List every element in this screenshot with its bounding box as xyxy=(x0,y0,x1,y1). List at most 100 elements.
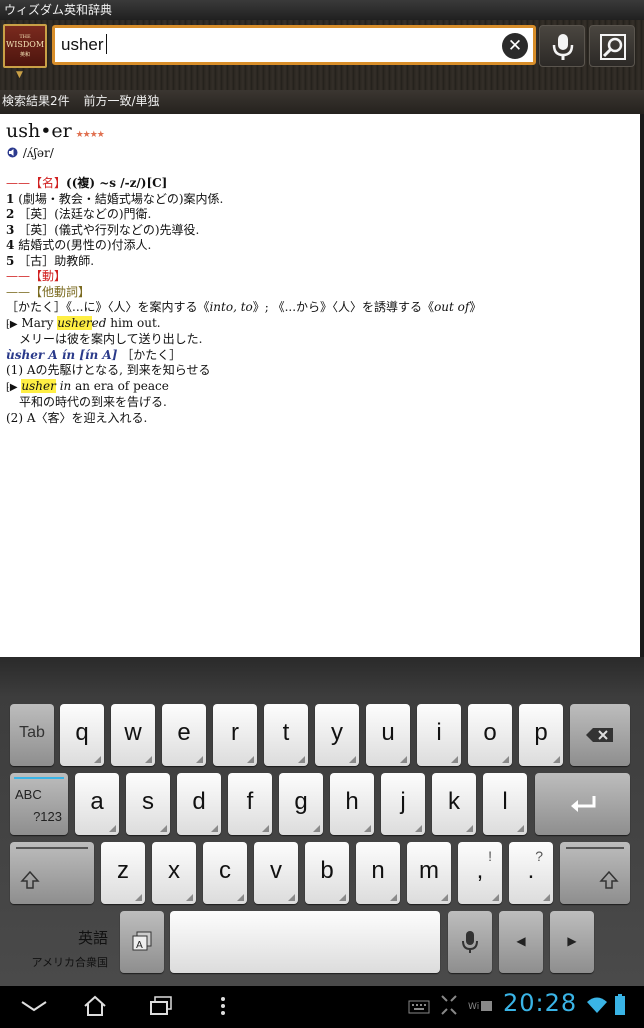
key-p[interactable]: p xyxy=(519,704,563,766)
key-k[interactable]: k xyxy=(432,773,476,835)
svg-text:A: A xyxy=(136,940,143,951)
key-shift-left[interactable] xyxy=(10,842,94,904)
key-h[interactable]: h xyxy=(330,773,374,835)
clock: 20:28 xyxy=(503,989,578,1017)
key-ime-switch[interactable]: A xyxy=(120,911,164,973)
key-g[interactable]: g xyxy=(279,773,323,835)
key-u[interactable]: u xyxy=(366,704,410,766)
result-summary: 検索結果2件 前方一致/単独 xyxy=(0,90,644,114)
key-comma[interactable]: !, xyxy=(458,842,502,904)
ime-switch-icon: A xyxy=(132,931,152,951)
arrow-left-icon: ◀ xyxy=(516,934,526,948)
app-title: ウィズダム英和辞典 xyxy=(4,3,113,17)
example-2: ⁅▶ usher in an era of peace xyxy=(6,378,169,393)
speaker-icon[interactable] xyxy=(6,147,19,158)
system-nav-bar: Wi 20:28 xyxy=(0,986,644,1028)
headword: ush•er xyxy=(6,120,72,142)
example-play-icon[interactable]: ⁅▶ xyxy=(6,319,18,330)
search-button[interactable] xyxy=(589,25,635,67)
key-tab[interactable]: Tab xyxy=(10,704,54,766)
dictionary-entry: ush•er ★★★★ /ʌ́ʃər/ ——【名】((複) ~s /-z/)[C… xyxy=(0,114,640,657)
example-1-translation: メリーは彼を案内して送り出した. xyxy=(19,332,203,346)
key-n[interactable]: n xyxy=(356,842,400,904)
key-w[interactable]: w xyxy=(111,704,155,766)
pronunciation: /ʌ́ʃər/ xyxy=(6,146,634,160)
key-f[interactable]: f xyxy=(228,773,272,835)
key-e[interactable]: e xyxy=(162,704,206,766)
pronunciation-text: /ʌ́ʃər/ xyxy=(22,146,54,160)
sense-item: 1 (劇場・教会・結婚式場などの)案内係. xyxy=(6,191,224,206)
key-t[interactable]: t xyxy=(264,704,308,766)
key-voice[interactable] xyxy=(448,911,492,973)
sense-item: 3 ［英］(儀式や行列などの)先導役. xyxy=(6,222,200,237)
app-title-bar: ウィズダム英和辞典 xyxy=(0,0,644,20)
example-play-icon[interactable]: ⁅▶ xyxy=(6,382,18,393)
soft-keyboard: Tab q w e r t y u i o p ABC ?123 a s d f… xyxy=(0,657,644,986)
key-cursor-right[interactable]: ▶ xyxy=(550,911,594,973)
verb-definition: ［かたく］《...に》〈人〉を案内する《into, to》; 《...から》〈人… xyxy=(6,300,482,314)
key-cursor-left[interactable]: ◀ xyxy=(499,911,543,973)
key-o[interactable]: o xyxy=(468,704,512,766)
keyboard-icon[interactable] xyxy=(408,1000,430,1014)
key-q[interactable]: q xyxy=(60,704,104,766)
key-y[interactable]: y xyxy=(315,704,359,766)
phrase-sense-2: (2) A〈客〉を迎え入れる. xyxy=(6,410,148,425)
key-a[interactable]: a xyxy=(75,773,119,835)
key-l[interactable]: l xyxy=(483,773,527,835)
key-x[interactable]: x xyxy=(152,842,196,904)
search-icon xyxy=(600,34,626,60)
chevron-down-icon[interactable]: ▼ xyxy=(16,70,23,80)
sense-item: 5 ［古］助教師. xyxy=(6,253,95,268)
microphone-icon xyxy=(462,931,478,953)
key-z[interactable]: z xyxy=(101,842,145,904)
arrow-right-icon: ▶ xyxy=(567,934,577,948)
key-i[interactable]: i xyxy=(417,704,461,766)
key-r[interactable]: r xyxy=(213,704,257,766)
frequency-stars: ★★★★ xyxy=(75,130,105,140)
shift-icon xyxy=(599,870,619,889)
noun-header: ——【名】((複) ~s /-z/)[C] xyxy=(6,176,168,190)
search-input[interactable]: usher ✕ xyxy=(52,25,536,65)
key-shift-right[interactable] xyxy=(560,842,630,904)
key-b[interactable]: b xyxy=(305,842,349,904)
svg-text:Wi: Wi xyxy=(468,1002,479,1012)
phrase: ùsher A ín [ín A] ［かたく］ xyxy=(6,347,182,362)
wisdom-logo[interactable]: THE WISDOM 英和 xyxy=(3,24,47,68)
key-j[interactable]: j xyxy=(381,773,425,835)
menu-icon[interactable] xyxy=(218,994,228,1018)
key-space[interactable] xyxy=(170,911,440,973)
clear-icon[interactable]: ✕ xyxy=(502,33,528,59)
sense-item: 4 結婚式の(男性の)付添人. xyxy=(6,238,152,252)
phrase-sense-1: (1) Aの先駆けとなる, 到来を知らせる xyxy=(6,363,211,377)
recent-apps-icon[interactable] xyxy=(148,994,174,1018)
search-value: usher xyxy=(61,35,104,54)
battery-icon xyxy=(615,994,625,1015)
example-2-translation: 平和の時代の到来を告げる. xyxy=(19,395,167,409)
voice-search-button[interactable] xyxy=(539,25,585,67)
backspace-icon xyxy=(586,728,613,742)
home-icon[interactable] xyxy=(82,994,108,1018)
shift-icon xyxy=(20,870,40,889)
key-s[interactable]: s xyxy=(126,773,170,835)
result-count: 検索結果2件 xyxy=(2,94,70,108)
key-period[interactable]: ?. xyxy=(509,842,553,904)
input-language[interactable]: 英語 アメリカ合衆国 xyxy=(14,927,108,970)
key-v[interactable]: v xyxy=(254,842,298,904)
key-d[interactable]: d xyxy=(177,773,221,835)
key-enter[interactable] xyxy=(535,773,630,835)
back-icon[interactable] xyxy=(20,998,48,1014)
key-c[interactable]: c xyxy=(203,842,247,904)
wifi-icon xyxy=(587,997,607,1013)
match-mode[interactable]: 前方一致/単独 xyxy=(83,94,159,108)
search-header: THE WISDOM 英和 ▼ usher ✕ xyxy=(0,20,644,90)
scrollbar[interactable] xyxy=(640,114,644,657)
enter-icon xyxy=(570,796,595,812)
key-abc-123[interactable]: ABC ?123 xyxy=(10,773,68,835)
text-cursor xyxy=(105,34,107,54)
key-m[interactable]: m xyxy=(407,842,451,904)
key-backspace[interactable] xyxy=(570,704,630,766)
wifi-direct-icon: Wi xyxy=(468,1001,492,1012)
microphone-icon xyxy=(552,34,574,60)
noun-senses: 1 (劇場・教会・結婚式場などの)案内係. 2 ［英］(法廷などの)門衛. 3 … xyxy=(6,192,634,270)
screen-compat-icon[interactable] xyxy=(440,994,458,1016)
